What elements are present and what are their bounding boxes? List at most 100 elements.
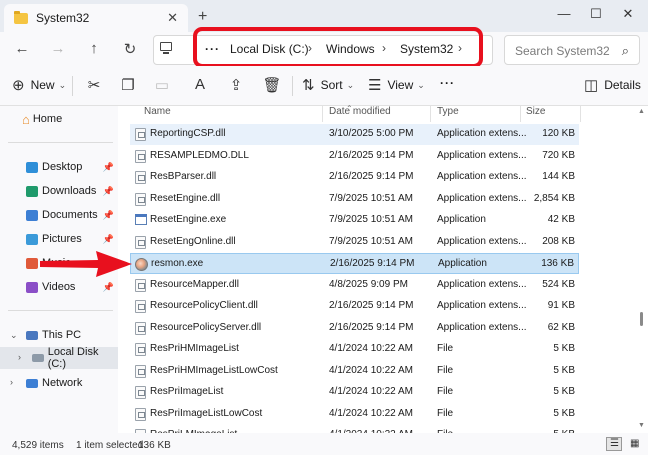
- paste-icon[interactable]: ▭: [152, 76, 172, 94]
- file-row[interactable]: ResetEngine.dll 7/9/2025 10:51 AM Applicat…: [130, 189, 579, 210]
- view-button[interactable]: ☰ View ⌄: [368, 76, 425, 94]
- share-icon[interactable]: ⇪: [226, 76, 246, 94]
- file-type: File: [437, 386, 454, 397]
- this-pc-icon[interactable]: [160, 42, 172, 54]
- sidebar-item-this-pc[interactable]: ⌄ This PC: [0, 324, 118, 346]
- file-row[interactable]: ResPriHMImageList 4/1/2024 10:22 AM File 5 …: [130, 339, 579, 360]
- file-row[interactable]: ResourcePolicyClient.dll 2/16/2025 9:14 P…: [130, 296, 579, 317]
- new-tab-button[interactable]: +: [198, 8, 207, 26]
- scrollbar-thumb[interactable]: [640, 312, 643, 326]
- file-type: Application extens...: [437, 128, 527, 139]
- network-icon: [26, 378, 38, 388]
- file-row[interactable]: RESAMPLEDMO.DLL 2/16/2025 9:14 PM Applicat…: [130, 146, 579, 167]
- sidebar-item-label: Desktop: [42, 161, 83, 173]
- dll-icon: [135, 321, 146, 335]
- search-box[interactable]: Search System32 ⌕: [504, 35, 640, 65]
- file-row[interactable]: resmon.exe 2/16/2025 9:14 PM Application 13…: [130, 253, 579, 274]
- file-row[interactable]: ResPriImageList 4/1/2024 10:22 AM File 5 KB: [130, 382, 579, 403]
- music-icon: [26, 257, 38, 269]
- view-icon: ☰: [368, 77, 382, 94]
- file-name: ResetEngine.exe: [150, 214, 227, 225]
- file-date-modified: 7/9/2025 10:51 AM: [329, 192, 413, 204]
- forward-button[interactable]: →: [48, 40, 68, 57]
- chevron-down-icon[interactable]: ⌄: [10, 330, 18, 341]
- file-row[interactable]: ReportingCSP.dll 3/10/2025 5:00 PM Applica…: [130, 124, 579, 145]
- maximize-button[interactable]: ☐: [586, 6, 606, 22]
- file-type: File: [437, 343, 454, 354]
- sidebar-item-documents[interactable]: Documents 📌: [0, 204, 118, 226]
- vertical-scrollbar[interactable]: ▲ ▼: [636, 106, 648, 433]
- red-arrow-annotation: [40, 251, 132, 277]
- plus-circle-icon: ⊕: [12, 77, 25, 94]
- column-divider[interactable]: [580, 106, 581, 122]
- sort-label: Sort: [320, 78, 343, 92]
- cut-icon[interactable]: ✂: [84, 76, 104, 94]
- file-date-modified: 4/1/2024 10:22 AM: [329, 386, 413, 397]
- file-size: 136 KB: [541, 258, 574, 269]
- chevron-right-icon[interactable]: ›: [18, 352, 21, 362]
- file-size: 5 KB: [553, 343, 575, 354]
- sidebar-item-pictures[interactable]: Pictures 📌: [0, 228, 118, 250]
- close-button[interactable]: ✕: [618, 6, 638, 22]
- copy-icon[interactable]: ❐: [118, 76, 138, 94]
- pin-icon: 📌: [102, 209, 114, 220]
- file-icon: [135, 407, 146, 421]
- file-row[interactable]: ResBParser.dll 2/16/2025 9:14 PM Applicati…: [130, 167, 579, 188]
- sidebar-item-desktop[interactable]: Desktop 📌: [0, 156, 118, 178]
- sidebar-divider: [8, 310, 113, 311]
- minimize-button[interactable]: —: [554, 6, 574, 21]
- column-header-date[interactable]: Date modified: [329, 106, 391, 122]
- sort-button[interactable]: ⇅ Sort ⌄: [302, 76, 354, 94]
- column-header-size[interactable]: Size: [526, 106, 545, 122]
- status-bar: 4,529 items 1 item selected 136 KB ☰ ▦: [0, 433, 648, 455]
- see-more-button[interactable]: ···: [440, 76, 455, 90]
- search-icon: ⌕: [621, 43, 629, 58]
- details-pane-button[interactable]: ◫ Details: [584, 76, 641, 94]
- details-pane-icon: ◫: [584, 77, 599, 94]
- file-icon: [135, 364, 146, 378]
- file-date-modified: 2/16/2025 9:14 PM: [330, 258, 415, 269]
- new-label: New: [30, 78, 55, 92]
- column-divider[interactable]: [322, 106, 323, 122]
- command-bar: ⊕ New ⌄ ✂ ❐ ▭ A ⇪ 🗑 ⇅ Sort ⌄ ☰ View ⌄ ··…: [0, 66, 648, 106]
- tab-system32[interactable]: System32 ✕: [4, 4, 188, 32]
- details-view-icon: ☰: [610, 438, 619, 449]
- column-divider[interactable]: [430, 106, 431, 122]
- tiles-view-button[interactable]: ▦: [626, 437, 642, 451]
- home-icon: ⌂: [22, 111, 30, 127]
- dll-icon: [135, 171, 146, 184]
- file-row[interactable]: ResourcePolicyServer.dll 2/16/2025 9:14 P…: [130, 318, 579, 339]
- rename-icon[interactable]: A: [190, 76, 210, 93]
- sidebar-item-home[interactable]: ⌂ Home: [0, 108, 118, 130]
- scroll-down-icon[interactable]: ▼: [638, 422, 645, 429]
- chevron-right-icon[interactable]: ›: [10, 377, 13, 387]
- pin-icon: 📌: [102, 161, 114, 172]
- details-view-button[interactable]: ☰: [606, 437, 622, 451]
- pin-icon: 📌: [102, 185, 114, 196]
- sidebar-item-videos[interactable]: Videos 📌: [0, 276, 118, 298]
- sidebar-item-network[interactable]: › Network: [0, 372, 118, 394]
- file-name: ResBParser.dll: [150, 171, 217, 182]
- scroll-up-icon[interactable]: ▲: [638, 108, 645, 115]
- file-row[interactable]: ResetEngOnline.dll 7/9/2025 10:51 AM Appli…: [130, 232, 579, 253]
- file-row[interactable]: ResPriHMImageListLowCost 4/1/2024 10:22 A…: [130, 361, 579, 382]
- column-header-type[interactable]: Type: [437, 106, 459, 122]
- refresh-button[interactable]: ↻: [120, 40, 140, 58]
- file-name: ResPriHMImageListLowCost: [150, 364, 278, 376]
- file-row[interactable]: ResourceMapper.dll 4/8/2025 9:09 PM Applic…: [130, 275, 579, 296]
- back-button[interactable]: ←: [12, 40, 32, 57]
- search-placeholder: Search System32: [515, 44, 610, 58]
- tab-close-button[interactable]: ✕: [167, 10, 178, 26]
- sidebar-item-downloads[interactable]: Downloads 📌: [0, 180, 118, 202]
- new-button[interactable]: ⊕ New ⌄: [12, 76, 66, 94]
- file-row[interactable]: ResetEngine.exe 7/9/2025 10:51 AM Applicat…: [130, 210, 579, 231]
- file-type: File: [437, 364, 454, 376]
- column-divider[interactable]: [520, 106, 521, 122]
- dll-icon: [135, 300, 146, 313]
- up-button[interactable]: ↑: [84, 40, 104, 57]
- sidebar-item-local-disk[interactable]: › Local Disk (C:): [0, 346, 118, 370]
- column-header-name[interactable]: Name: [144, 106, 171, 122]
- delete-icon[interactable]: 🗑: [262, 76, 282, 94]
- file-size: 144 KB: [542, 171, 575, 182]
- file-row[interactable]: ResPriImageListLowCost 4/1/2024 10:22 AM F…: [130, 404, 579, 425]
